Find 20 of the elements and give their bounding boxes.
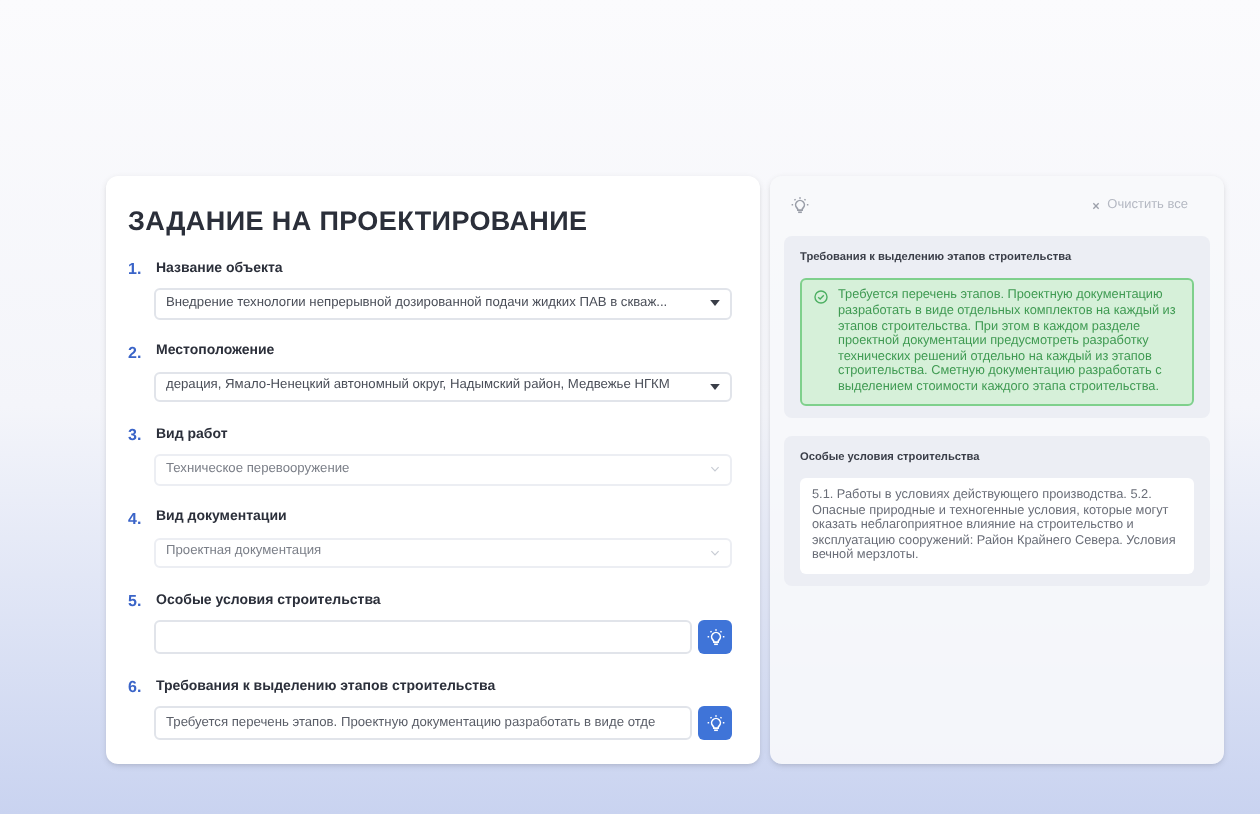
- chevron-icon: [710, 549, 720, 556]
- field-number: 5.: [128, 590, 144, 614]
- lightbulb-icon: [790, 196, 810, 216]
- check-circle-icon: [814, 290, 828, 305]
- field-number: 3.: [128, 424, 144, 449]
- field-number: 1.: [128, 258, 144, 283]
- lightbulb-icon: [705, 713, 725, 733]
- suggest-button[interactable]: [698, 620, 732, 654]
- caret-icon: [710, 300, 720, 307]
- suggestion-card[interactable]: [800, 278, 1194, 406]
- field-number: 6.: [128, 676, 144, 700]
- lightbulb-icon: [705, 627, 725, 647]
- chevron-icon: [710, 466, 720, 473]
- field-number: 4.: [128, 507, 144, 532]
- caret-icon: [710, 383, 720, 390]
- input-field[interactable]: [154, 620, 692, 654]
- field-number: 2.: [128, 341, 144, 366]
- close-icon: [1091, 202, 1100, 210]
- suggest-button[interactable]: [698, 706, 732, 740]
- form-title: ЗАДАНИЕ НА ПРОЕКТИРОВАНИЕ: [128, 204, 590, 240]
